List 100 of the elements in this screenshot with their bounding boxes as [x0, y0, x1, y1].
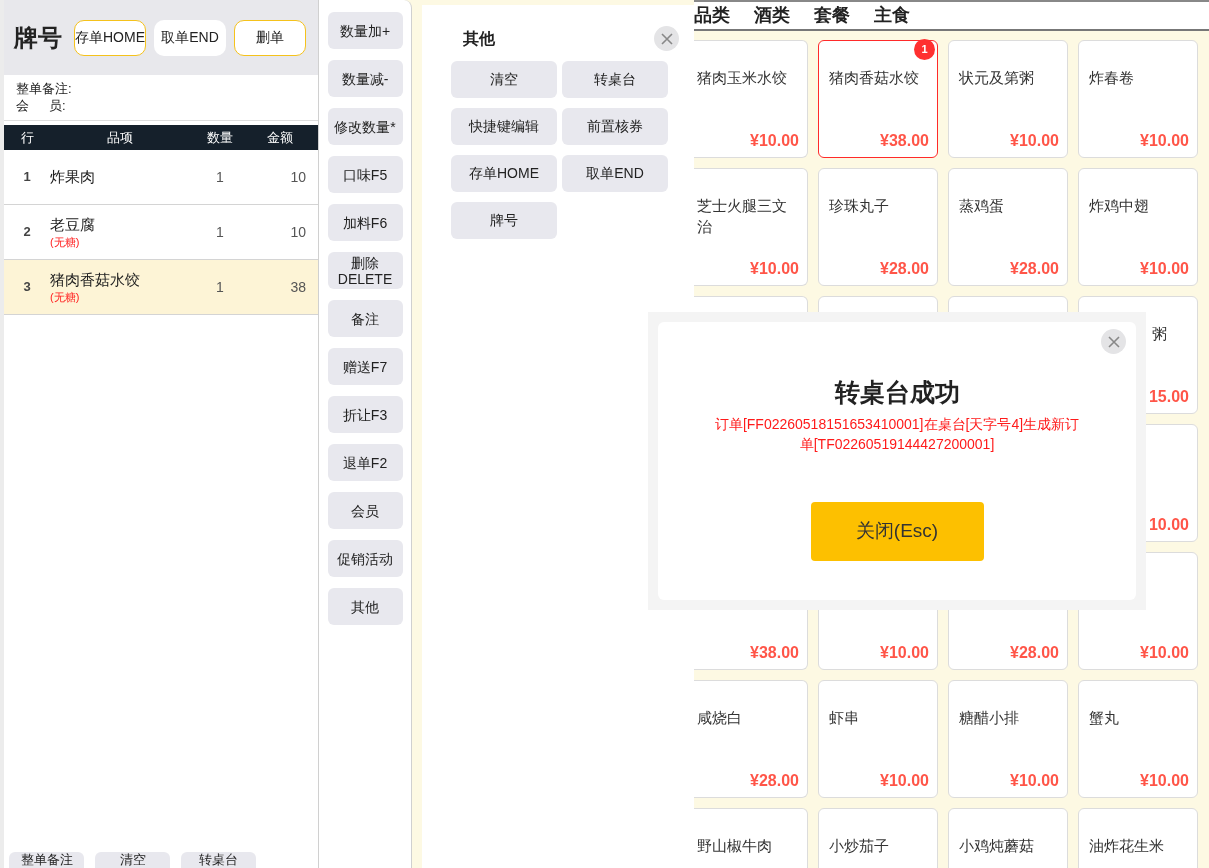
- item-name: 炸果肉: [50, 167, 96, 187]
- dish-name: 糖醋小排: [959, 708, 1020, 728]
- dish-price: ¥10.00: [880, 643, 929, 663]
- close-icon[interactable]: [1101, 329, 1126, 354]
- dish-card[interactable]: 油炸花生米: [1078, 808, 1198, 868]
- dish-name: 蟹丸: [1089, 708, 1120, 728]
- dish-price: ¥38.00: [750, 643, 799, 663]
- column-header: 品项: [106, 128, 134, 147]
- order-row[interactable]: 3 猪肉香菇水饺 (无糖) 1 38: [4, 260, 318, 315]
- category-tab[interactable]: 主食: [874, 2, 910, 29]
- dish-price: ¥28.00: [1010, 643, 1059, 663]
- dish-card[interactable]: 小炒茄子: [818, 808, 938, 868]
- dish-price: ¥10.00: [750, 131, 799, 151]
- dish-card[interactable]: 蟹丸 ¥10.00: [1078, 680, 1198, 798]
- dish-card[interactable]: 野山椒牛肉: [694, 808, 808, 868]
- member-label: 会: [16, 97, 29, 114]
- dish-card[interactable]: 小鸡炖蘑菇: [948, 808, 1068, 868]
- item-name: 老豆腐: [50, 215, 96, 235]
- dish-price: ¥10.00: [1140, 643, 1189, 663]
- column-header: 数量: [206, 128, 234, 147]
- action-button[interactable]: 折让F3: [327, 396, 403, 433]
- action-button[interactable]: 数量加+: [327, 12, 403, 49]
- action-button[interactable]: 口味F5: [327, 156, 403, 193]
- dish-name: 小鸡炖蘑菇: [959, 836, 1035, 856]
- dish-name: 小炒茄子: [829, 836, 890, 856]
- header-button[interactable]: 存单HOME: [74, 19, 146, 56]
- dialog-title: 转桌台成功: [834, 377, 960, 408]
- popup-button[interactable]: 前置核券: [562, 108, 668, 145]
- dish-name: 状元及第粥: [959, 68, 1035, 88]
- item-name: 猪肉香菇水饺: [50, 270, 141, 290]
- amount: 10: [289, 222, 306, 242]
- dialog-message: 订单[FF02260518151653410001]在桌台[天字号4]生成新订单[TF02260519144427200001]: [713, 415, 1081, 454]
- popup-button[interactable]: 快捷键编辑: [451, 108, 557, 145]
- dish-name: 油炸花生米: [1089, 836, 1165, 856]
- dish-card[interactable]: 珍珠丸子 ¥28.00: [818, 168, 938, 286]
- close-icon[interactable]: [654, 26, 679, 51]
- dish-name: 猪肉香菇水饺: [829, 68, 920, 88]
- action-button[interactable]: 退单F2: [327, 444, 403, 481]
- column-header: 金额: [266, 128, 294, 147]
- dish-name: 虾串: [829, 708, 860, 728]
- amount: 10: [289, 167, 306, 187]
- item-note: (无糖): [50, 235, 81, 249]
- header-button[interactable]: 取单END: [154, 19, 226, 56]
- dish-price: ¥10.00: [1140, 131, 1189, 151]
- action-button[interactable]: 其他: [327, 588, 403, 625]
- popup-button[interactable]: 牌号: [451, 202, 557, 239]
- dish-price: ¥10.00: [1140, 259, 1189, 279]
- action-button[interactable]: 备注: [327, 300, 403, 337]
- popup-title: 其他: [463, 28, 495, 49]
- category-tab[interactable]: 套餐: [814, 2, 850, 29]
- action-button[interactable]: 加料F6: [327, 204, 403, 241]
- dish-price: ¥10.00: [880, 771, 929, 791]
- dish-card[interactable]: 炸鸡中翅 ¥10.00: [1078, 168, 1198, 286]
- popup-button[interactable]: 转桌台: [562, 61, 668, 98]
- quantity: 1: [215, 167, 225, 187]
- action-button[interactable]: 促销活动: [327, 540, 403, 577]
- dish-price: 15.00: [1148, 387, 1189, 407]
- line-number: 1: [22, 168, 32, 187]
- bottom-button[interactable]: 清空: [95, 852, 170, 868]
- action-button[interactable]: 会员: [327, 492, 403, 529]
- category-tab[interactable]: 酒类: [754, 2, 790, 29]
- dish-price: ¥10.00: [750, 259, 799, 279]
- dish-name: 炸鸡中翅: [1089, 196, 1150, 216]
- dish-name: 炸春卷: [1089, 68, 1135, 88]
- action-button[interactable]: 修改数量*: [327, 108, 403, 145]
- line-number: 3: [22, 278, 32, 297]
- dish-name: 珍珠丸子: [829, 196, 890, 216]
- popup-button[interactable]: 取单END: [562, 155, 668, 192]
- item-note: (无糖): [50, 290, 81, 304]
- bottom-button[interactable]: 整单备注: [9, 852, 84, 868]
- popup-button[interactable]: 清空: [451, 61, 557, 98]
- member-label: 员:: [49, 97, 66, 114]
- dish-card[interactable]: 状元及第粥 ¥10.00: [948, 40, 1068, 158]
- popup-button[interactable]: 存单HOME: [451, 155, 557, 192]
- quantity: 1: [215, 277, 225, 297]
- action-button[interactable]: 删除 DELETE: [327, 252, 403, 289]
- dish-price: ¥28.00: [880, 259, 929, 279]
- action-button[interactable]: 赠送F7: [327, 348, 403, 385]
- dish-card[interactable]: 猪肉香菇水饺 ¥38.00 1: [818, 40, 938, 158]
- count-badge: 1: [914, 39, 935, 60]
- bottom-button[interactable]: 转桌台: [181, 852, 256, 868]
- dish-name: 咸烧白: [697, 708, 743, 728]
- close-button[interactable]: 关闭(Esc): [810, 502, 984, 561]
- dish-name: 粥: [1152, 324, 1168, 344]
- dish-price: ¥10.00: [1010, 131, 1059, 151]
- dish-card[interactable]: 糖醋小排 ¥10.00: [948, 680, 1068, 798]
- dish-price: ¥38.00: [880, 131, 929, 151]
- action-button[interactable]: 数量减-: [327, 60, 403, 97]
- column-header: 行: [19, 128, 35, 147]
- dish-card[interactable]: 猪肉玉米水饺 ¥10.00: [694, 40, 808, 158]
- header-button[interactable]: 删单: [234, 19, 306, 56]
- dish-price: ¥28.00: [750, 771, 799, 791]
- dish-card[interactable]: 芝士火腿三文治 ¥10.00: [694, 168, 808, 286]
- dish-name: 猪肉玉米水饺: [697, 68, 788, 88]
- dish-card[interactable]: 虾串 ¥10.00: [818, 680, 938, 798]
- dish-card[interactable]: 蒸鸡蛋 ¥28.00: [948, 168, 1068, 286]
- category-tab[interactable]: 品类: [694, 2, 730, 29]
- dish-card[interactable]: 炸春卷 ¥10.00: [1078, 40, 1198, 158]
- dish-card[interactable]: 咸烧白 ¥28.00: [694, 680, 808, 798]
- dish-name: 芝士火腿三文治: [697, 196, 788, 237]
